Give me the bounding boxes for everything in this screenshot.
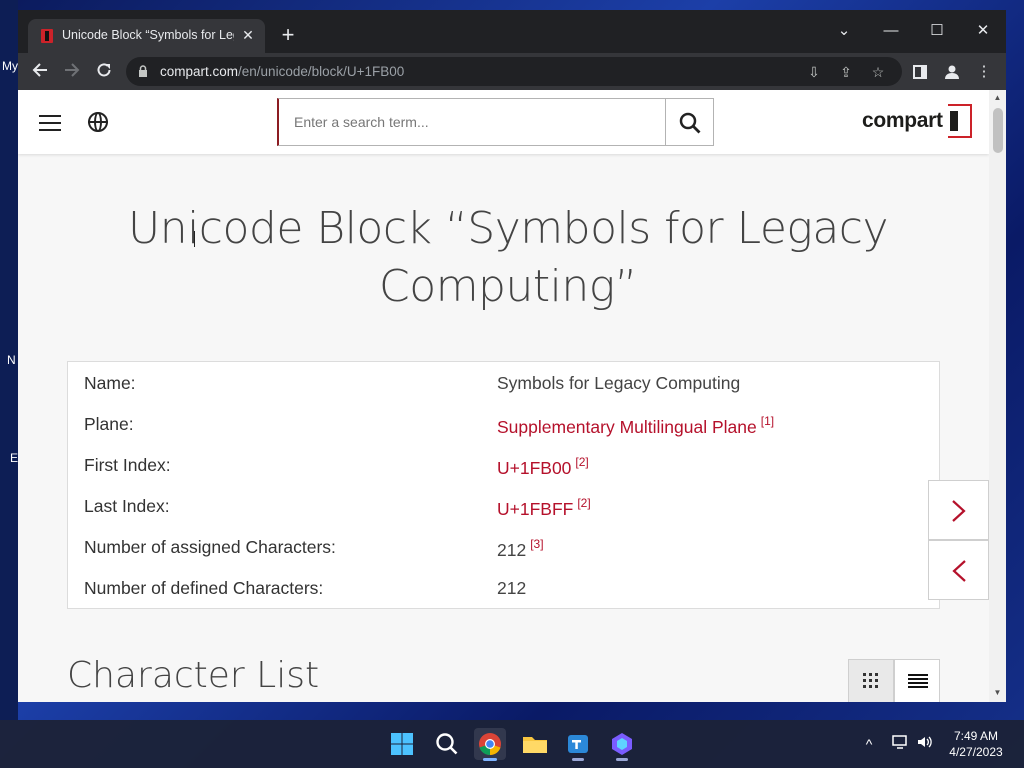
close-window-button[interactable]: ✕ <box>960 16 1006 46</box>
info-key: Plane: <box>84 414 134 434</box>
windows-taskbar: ^ 7:49 AM 4/27/2023 <box>0 720 1024 768</box>
footnote-ref[interactable]: [2] <box>577 496 590 510</box>
logo-text: compart <box>862 109 943 132</box>
site-header: compart <box>18 90 989 154</box>
chevron-left-icon <box>952 560 966 582</box>
clock-time: 7:49 AM <box>953 729 999 743</box>
desktop-icon-label[interactable]: E <box>10 451 18 465</box>
first-index-link[interactable]: U+1FB00 <box>497 458 571 478</box>
close-tab-icon[interactable]: ✕ <box>239 26 257 44</box>
address-bar[interactable]: compart.com/en/unicode/block/U+1FB00 ⇩ ⇪… <box>126 57 902 86</box>
file-explorer-icon[interactable] <box>519 728 551 760</box>
info-value: Supplementary Multilingual Plane [1] <box>497 414 774 438</box>
reload-button[interactable] <box>91 59 117 85</box>
new-tab-button[interactable]: + <box>276 24 300 48</box>
info-row-first-index: First Index: U+1FB00 [2] <box>84 455 924 479</box>
search-input[interactable] <box>279 99 665 145</box>
previous-block-button[interactable] <box>928 540 989 600</box>
compart-favicon-icon <box>41 29 53 43</box>
browser-toolbar: compart.com/en/unicode/block/U+1FB00 ⇩ ⇪… <box>18 53 1006 90</box>
scroll-down-icon[interactable]: ▼ <box>993 688 1002 697</box>
url-path: /en/unicode/block/U+1FB00 <box>238 64 405 79</box>
browser-tab[interactable]: Unicode Block “Symbols for Legacy Comput… <box>28 19 265 53</box>
info-key: Last Index: <box>84 496 170 516</box>
arrow-right-icon <box>65 63 80 77</box>
page-title: Unicode Block “Symbols for Legacy Comput… <box>127 203 889 312</box>
network-icon[interactable] <box>890 734 912 755</box>
info-key: Number of defined Characters: <box>84 578 324 598</box>
next-block-button[interactable] <box>928 480 989 540</box>
info-row-defined: Number of defined Characters: 212 <box>84 578 924 602</box>
block-info-card: Name: Symbols for Legacy Computing Plane… <box>67 361 940 609</box>
info-key: Name: <box>84 373 136 393</box>
text-cursor-icon <box>194 231 198 247</box>
info-value-text: Symbols for Legacy Computing <box>497 373 741 393</box>
url-domain: compart.com <box>160 64 239 79</box>
info-value: Symbols for Legacy Computing <box>497 373 740 394</box>
info-value: 212 [3] <box>497 537 544 561</box>
start-icon[interactable] <box>386 728 418 760</box>
info-row-last-index: Last Index: U+1FBFF [2] <box>84 496 924 520</box>
last-index-link[interactable]: U+1FBFF <box>497 499 573 519</box>
info-key: First Index: <box>84 455 171 475</box>
url-text[interactable]: compart.com/en/unicode/block/U+1FB00 <box>160 64 404 79</box>
copilot-icon[interactable] <box>606 728 638 761</box>
bookmark-star-icon[interactable]: ☆ <box>868 62 888 82</box>
info-row-plane: Plane: Supplementary Multilingual Plane [… <box>84 414 924 438</box>
footnote-ref[interactable]: [2] <box>575 455 588 469</box>
install-app-icon[interactable]: ⇩ <box>804 62 824 82</box>
clock-date: 4/27/2023 <box>949 745 1003 759</box>
search-icon[interactable] <box>431 728 463 760</box>
search-icon <box>679 112 701 134</box>
show-hidden-icons-icon[interactable]: ^ <box>860 734 878 754</box>
desktop-icon-label[interactable]: N <box>7 353 16 367</box>
share-icon[interactable]: ⇪ <box>836 62 856 82</box>
forward-button[interactable] <box>59 59 85 85</box>
volume-icon[interactable] <box>914 734 936 755</box>
minimize-button[interactable]: — <box>868 16 914 46</box>
footnote-ref[interactable]: [3] <box>530 537 543 551</box>
lock-icon <box>139 65 147 77</box>
info-value: U+1FB00 [2] <box>497 455 589 479</box>
info-value-text: 212 <box>497 540 527 560</box>
section-title: Character List <box>67 655 320 696</box>
search-box <box>277 98 666 146</box>
arrow-left-icon <box>32 63 47 77</box>
scroll-thumb[interactable] <box>993 108 1003 153</box>
compart-logo-mark-icon <box>948 104 972 138</box>
scroll-up-icon[interactable]: ▲ <box>993 93 1002 102</box>
list-icon <box>908 674 928 688</box>
browser-window: Unicode Block “Symbols for Legacy Comput… <box>18 10 1006 702</box>
globe-language-icon[interactable] <box>88 112 108 132</box>
desktop-icon-label[interactable]: My <box>2 59 18 73</box>
grid-icon <box>863 673 878 688</box>
maximize-button[interactable]: ☐ <box>914 16 960 46</box>
plane-link[interactable]: Supplementary Multilingual Plane <box>497 417 757 437</box>
reload-icon <box>97 63 111 77</box>
info-row-assigned: Number of assigned Characters: 212 [3] <box>84 537 924 561</box>
side-panel-icon[interactable] <box>909 61 931 83</box>
tab-title: Unicode Block “Symbols for Legacy Comput… <box>62 28 234 42</box>
more-menu-icon[interactable]: ⋮ <box>973 61 995 83</box>
system-clock[interactable]: 7:49 AM 4/27/2023 <box>942 728 1010 760</box>
back-button[interactable] <box>27 59 53 85</box>
chrome-icon[interactable] <box>474 728 506 761</box>
browser-titlebar: Unicode Block “Symbols for Legacy Comput… <box>18 10 1006 53</box>
info-row-name: Name: Symbols for Legacy Computing <box>84 373 924 397</box>
profile-icon[interactable] <box>941 61 963 83</box>
hamburger-menu-icon[interactable] <box>39 115 61 131</box>
chevron-right-icon <box>952 500 966 522</box>
info-value-text: 212 <box>497 578 527 598</box>
tab-search-icon[interactable]: ⌄ <box>821 16 867 46</box>
page-scrollbar[interactable]: ▲ ▼ <box>989 90 1006 702</box>
teams-icon[interactable] <box>562 728 594 761</box>
info-key: Number of assigned Characters: <box>84 537 336 557</box>
info-value: 212 <box>497 578 526 599</box>
list-view-button[interactable] <box>894 659 940 702</box>
grid-view-button[interactable] <box>848 659 894 702</box>
footnote-ref[interactable]: [1] <box>761 414 774 428</box>
page-viewport: compart Unicode Block “Symbols for Legac… <box>18 90 1006 702</box>
info-value: U+1FBFF [2] <box>497 496 591 520</box>
search-button[interactable] <box>665 98 714 146</box>
